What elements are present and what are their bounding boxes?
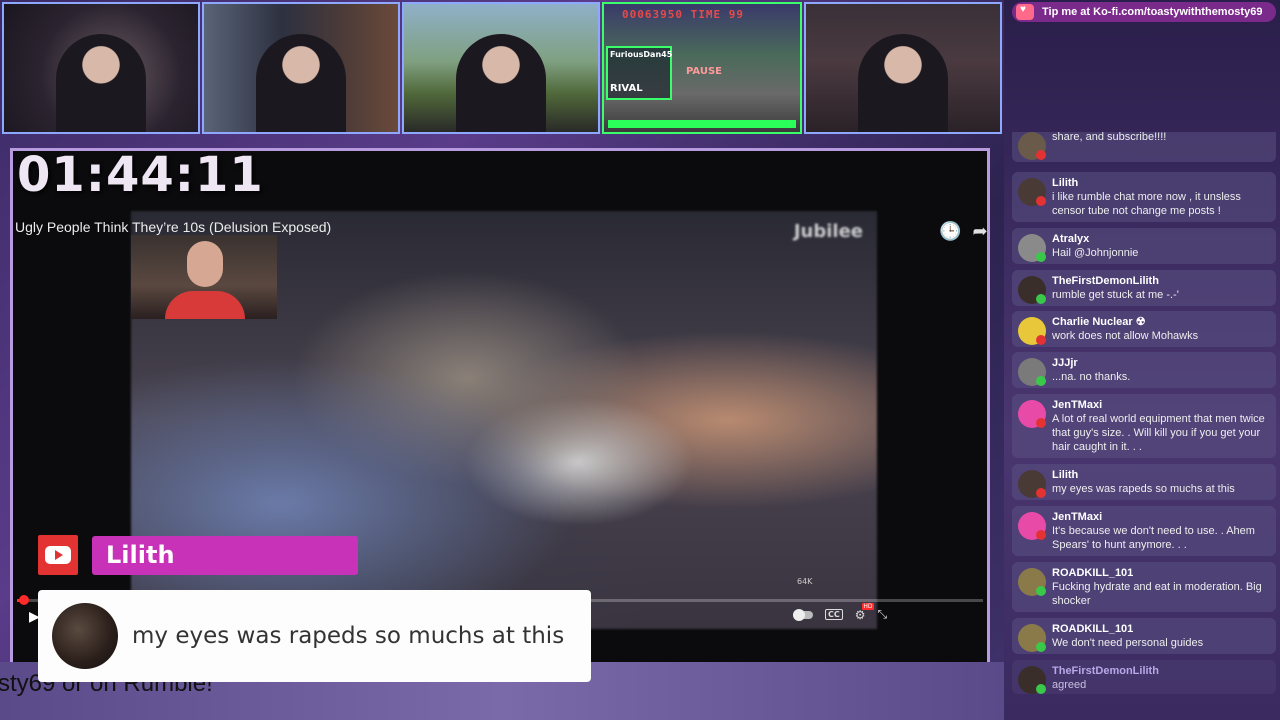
game-health-bar: [608, 120, 796, 128]
chat-username[interactable]: ROADKILL_101: [1052, 566, 1270, 580]
chat-text: Hail @Johnjonnie: [1052, 247, 1139, 259]
captions-icon[interactable]: CC: [825, 609, 843, 620]
settings-icon[interactable]: ⚙ HD: [855, 602, 874, 622]
youtube-icon: [1036, 530, 1046, 540]
youtube-icon: [1036, 196, 1046, 206]
webcam-3: [402, 2, 600, 134]
chat-message[interactable]: Atralyx Hail @Johnjonnie: [1012, 228, 1276, 264]
pip-face: [187, 241, 223, 287]
webcam-row: 00063950 TIME 99 FuriousDan45 RIVAL PAUS…: [0, 0, 1004, 138]
youtube-icon: [1036, 335, 1046, 345]
progress-scrubber[interactable]: [18, 595, 29, 605]
chat-message[interactable]: share, and subscribe!!!!: [1012, 132, 1276, 162]
featured-chat-box: my eyes was rapeds so muchs at this: [38, 590, 591, 682]
chat-message[interactable]: JenTMaxi It's because we don't need to us…: [1012, 506, 1276, 556]
chat-text: i like rumble chat more now , it unsless…: [1052, 191, 1241, 217]
chat-text: agreed: [1052, 679, 1087, 691]
pip-webcam: [131, 235, 277, 319]
featured-chat-message: my eyes was rapeds so muchs at this: [132, 623, 565, 649]
chat-username[interactable]: Lilith: [1052, 176, 1270, 190]
rumble-icon: [1036, 684, 1046, 694]
share-icon[interactable]: ➦: [969, 221, 987, 243]
rumble-icon: [1036, 586, 1046, 596]
chat-username[interactable]: Lilith: [1052, 468, 1270, 482]
chat-text: We don't need personal guides: [1052, 637, 1204, 649]
youtube-icon: [38, 535, 78, 575]
stream-timer: 01:44:11: [17, 148, 264, 203]
chat-message[interactable]: Lilith i like rumble chat more now , it u…: [1012, 172, 1276, 222]
chat-list[interactable]: share, and subscribe!!!! Lilith i like rum…: [1012, 132, 1276, 696]
streamer-silhouette: [858, 34, 948, 132]
chat-username[interactable]: Charlie Nuclear ☢: [1052, 315, 1270, 329]
youtube-icon: [1036, 488, 1046, 498]
chat-message[interactable]: Lilith my eyes was rapeds so muchs at thi…: [1012, 464, 1276, 500]
autoplay-toggle[interactable]: [793, 608, 813, 621]
video-title[interactable]: Ugly People Think They’re 10s (Delusion …: [15, 219, 331, 235]
webcam-5: [804, 2, 1002, 134]
kofi-icon: [1016, 4, 1034, 20]
chat-username[interactable]: TheFirstDemonLilith: [1052, 274, 1270, 288]
game-capture: 00063950 TIME 99 FuriousDan45 RIVAL PAUS…: [602, 2, 802, 134]
chat-text: share, and subscribe!!!!: [1052, 132, 1167, 143]
chat-message[interactable]: TheFirstDemonLilith agreed: [1012, 660, 1276, 694]
chat-message[interactable]: Charlie Nuclear ☢ work does not allow Moh…: [1012, 311, 1276, 347]
streamer-silhouette: [256, 34, 346, 132]
chat-message[interactable]: JJJjr ...na. no thanks.: [1012, 352, 1276, 388]
chat-username[interactable]: ROADKILL_101: [1052, 622, 1270, 636]
tip-banner-text: Tip me at Ko-fi.com/toastywiththemosty69: [1042, 6, 1263, 18]
chat-text: ...na. no thanks.: [1052, 371, 1131, 383]
rival-label: RIVAL: [610, 83, 643, 94]
chat-message[interactable]: ROADKILL_101 Fucking hydrate and eat in m…: [1012, 562, 1276, 612]
player-tag-box: FuriousDan45 RIVAL: [606, 46, 672, 100]
webcam-1: [2, 2, 200, 134]
chat-message[interactable]: JenTMaxi A lot of real world equipment th…: [1012, 394, 1276, 458]
chat-username[interactable]: JJJjr: [1052, 356, 1270, 370]
rumble-icon: [1036, 294, 1046, 304]
rumble-icon: [1036, 252, 1046, 262]
chat-text: Fucking hydrate and eat in moderation. B…: [1052, 581, 1262, 607]
chat-text: my eyes was rapeds so muchs at this: [1052, 483, 1235, 495]
exit-fullscreen-icon[interactable]: ⤡: [878, 607, 888, 622]
tip-banner[interactable]: Tip me at Ko-fi.com/toastywiththemosty69: [1012, 2, 1276, 22]
pause-label: PAUSE: [686, 66, 722, 77]
featured-chat-name: Lilith: [92, 536, 358, 575]
chat-text: A lot of real world equipment that men t…: [1052, 413, 1265, 453]
chat-username[interactable]: Atralyx: [1052, 232, 1270, 246]
youtube-icon: [1036, 418, 1046, 428]
player-controls: CC ⚙ HD ⤡: [793, 602, 888, 622]
webcam-2: [202, 2, 400, 134]
chat-username[interactable]: JenTMaxi: [1052, 510, 1270, 524]
game-score: 00063950 TIME 99: [622, 8, 744, 21]
like-count[interactable]: 64K: [797, 577, 812, 586]
featured-chat-avatar: [52, 603, 118, 669]
channel-logo: Jubilee: [793, 221, 863, 242]
streamer-silhouette: [56, 34, 146, 132]
youtube-icon: [1036, 150, 1046, 160]
watch-later-icon[interactable]: 🕒: [939, 221, 961, 243]
chat-username[interactable]: JenTMaxi: [1052, 398, 1270, 412]
chat-text: It's because we don't need to use. . Ahe…: [1052, 525, 1255, 551]
chat-text: work does not allow Mohawks: [1052, 330, 1199, 342]
pip-shirt: [165, 291, 245, 319]
chat-message[interactable]: TheFirstDemonLilith rumble get stuck at m…: [1012, 270, 1276, 306]
chat-text: rumble get stuck at me -.-': [1052, 289, 1179, 301]
player-tag: FuriousDan45: [610, 50, 673, 59]
streamer-silhouette: [456, 34, 546, 132]
rumble-icon: [1036, 642, 1046, 652]
chat-username[interactable]: TheFirstDemonLilith: [1052, 664, 1270, 678]
chat-sidebar: Tip me at Ko-fi.com/toastywiththemosty69…: [1004, 0, 1280, 720]
rumble-icon: [1036, 376, 1046, 386]
chat-message[interactable]: ROADKILL_101 We don't need personal guide…: [1012, 618, 1276, 654]
